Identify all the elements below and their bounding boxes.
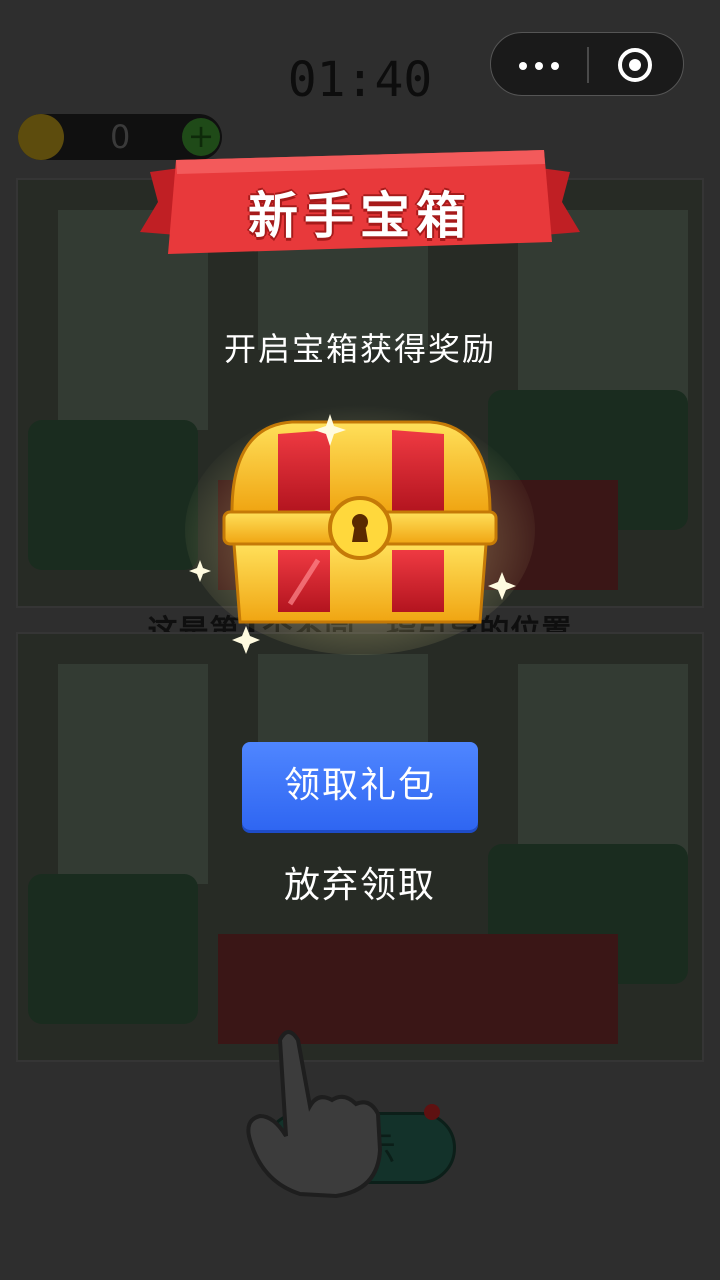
give-up-button[interactable]: 放弃领取 <box>284 865 436 906</box>
coin-count: 0 <box>110 118 131 156</box>
pointing-hand-icon <box>246 1030 383 1199</box>
banner-title: 新手宝箱 <box>248 187 472 245</box>
notification-dot <box>424 1104 440 1120</box>
claim-gift-button[interactable]: 领取礼包 <box>242 742 478 830</box>
capsule-divider <box>587 47 589 83</box>
treasure-chest-icon <box>185 405 535 655</box>
capsule-menu <box>490 32 684 96</box>
modal-subtitle: 开启宝箱获得奖励 <box>223 330 496 368</box>
give-up-link: 放弃领取 <box>0 856 720 908</box>
coin-icon <box>18 114 64 160</box>
more-dots-icon[interactable] <box>511 43 567 87</box>
target-close-icon[interactable] <box>616 46 654 84</box>
scene-panel-bottom <box>16 632 704 1062</box>
